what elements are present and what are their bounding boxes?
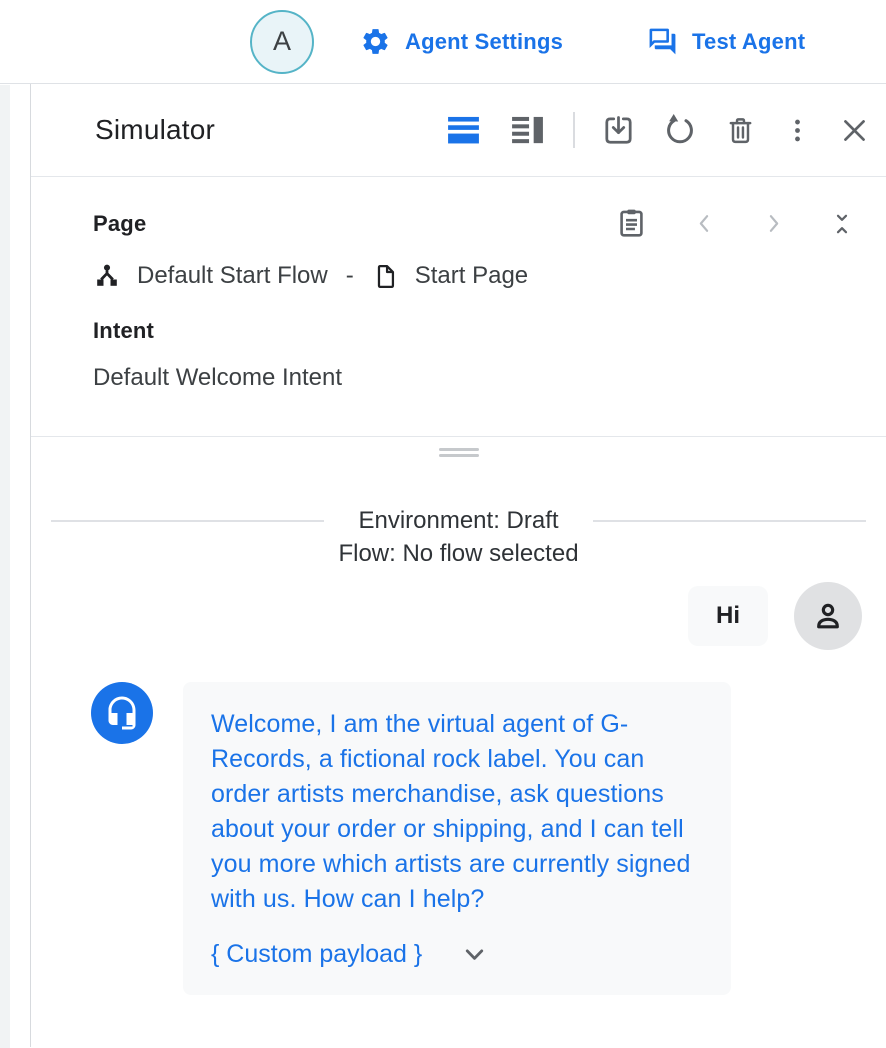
- agent-message-row: Welcome, I am the virtual agent of G-Rec…: [31, 682, 886, 995]
- page-label: Page: [93, 211, 146, 237]
- next-step-button[interactable]: [761, 211, 786, 236]
- agent-avatar: [91, 682, 153, 744]
- intent-label: Intent: [93, 318, 860, 344]
- delete-conversation-button[interactable]: [725, 115, 756, 146]
- flow-name[interactable]: Default Start Flow: [137, 262, 328, 290]
- page-info-section: Page: [31, 177, 886, 437]
- gear-icon: [360, 26, 391, 57]
- flow-status: Flow: No flow selected: [31, 540, 886, 568]
- more-options-button[interactable]: [783, 116, 812, 145]
- close-simulator-button[interactable]: [839, 115, 870, 146]
- user-message-text: Hi: [716, 602, 740, 629]
- custom-payload-label[interactable]: { Custom payload }: [211, 940, 422, 969]
- status-divider-left: [51, 520, 324, 522]
- trash-icon: [725, 115, 756, 146]
- user-message-row: Hi: [31, 582, 886, 650]
- chevron-left-icon: [692, 211, 717, 236]
- view-stream-icon: [445, 115, 482, 146]
- save-icon: [602, 114, 635, 147]
- conversation-area: Environment: Draft Flow: No flow selecte…: [31, 448, 886, 995]
- agent-settings-link[interactable]: Agent Settings: [360, 26, 563, 57]
- toolbar-divider: [573, 112, 575, 148]
- test-agent-label: Test Agent: [692, 29, 805, 55]
- restart-icon: [662, 112, 698, 148]
- environment-status-row: Environment: Draft: [31, 507, 886, 535]
- more-vert-icon: [783, 116, 812, 145]
- user-message-bubble: Hi: [688, 586, 768, 646]
- restart-button[interactable]: [662, 112, 698, 148]
- flow-breadcrumb: Default Start Flow - Start Page: [93, 262, 860, 290]
- collapse-section-button[interactable]: [830, 212, 854, 236]
- simulator-title: Simulator: [95, 114, 215, 146]
- agent-message-bubble: Welcome, I am the virtual agent of G-Rec…: [183, 682, 731, 995]
- view-sidebar-icon: [509, 115, 546, 146]
- unfold-less-icon: [830, 212, 854, 236]
- view-stream-button[interactable]: [445, 115, 482, 146]
- headset-icon: [104, 695, 140, 731]
- page-file-icon: [372, 263, 399, 290]
- page-name[interactable]: Start Page: [415, 262, 528, 290]
- save-conversation-button[interactable]: [602, 114, 635, 147]
- test-agent-link[interactable]: Test Agent: [647, 26, 805, 57]
- person-icon: [810, 598, 846, 634]
- environment-status: Environment: Draft: [358, 507, 558, 535]
- breadcrumb-separator: -: [346, 262, 354, 290]
- close-icon: [839, 115, 870, 146]
- simulator-panel: Simulator: [30, 84, 886, 1047]
- agent-avatar-badge[interactable]: A: [250, 10, 314, 74]
- expand-payload-button[interactable]: [460, 940, 489, 969]
- chevron-right-icon: [761, 211, 786, 236]
- intent-value: Default Welcome Intent: [93, 364, 860, 392]
- previous-step-button[interactable]: [692, 211, 717, 236]
- chevron-down-icon: [460, 940, 489, 969]
- avatar-letter: A: [273, 26, 291, 57]
- user-avatar: [794, 582, 862, 650]
- agent-settings-label: Agent Settings: [405, 29, 563, 55]
- transcript-button[interactable]: [615, 207, 648, 240]
- chat-bubbles-icon: [647, 26, 678, 57]
- flow-icon: [93, 262, 121, 290]
- page-edge-strip: [0, 85, 10, 1048]
- view-sidebar-button[interactable]: [509, 115, 546, 146]
- clipboard-icon: [615, 207, 648, 240]
- top-app-bar: A Agent Settings Test Agent: [0, 0, 886, 84]
- status-divider-right: [593, 520, 866, 522]
- agent-message-text: Welcome, I am the virtual agent of G-Rec…: [211, 707, 703, 917]
- simulator-header: Simulator: [31, 84, 886, 177]
- resize-drag-handle[interactable]: [439, 448, 479, 457]
